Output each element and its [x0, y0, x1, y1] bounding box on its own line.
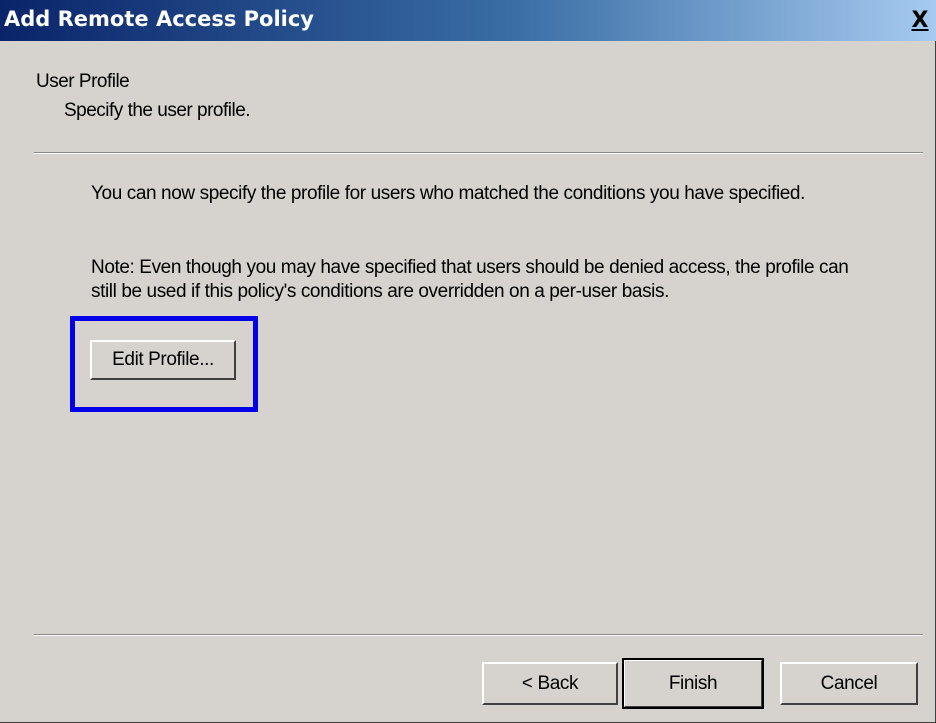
add-remote-access-policy-dialog: Add Remote Access Policy X User Profile … [0, 0, 936, 723]
footer-divider [34, 634, 923, 636]
edit-profile-button[interactable]: Edit Profile... [90, 340, 236, 380]
close-button[interactable]: X [907, 9, 933, 33]
title-bar[interactable]: Add Remote Access Policy X [0, 0, 936, 41]
finish-button[interactable]: Finish [622, 658, 764, 709]
page-subtitle: Specify the user profile. [64, 100, 251, 121]
back-button[interactable]: < Back [482, 662, 618, 705]
window-title: Add Remote Access Policy [4, 7, 314, 31]
cancel-button[interactable]: Cancel [780, 662, 918, 705]
wizard-header: User Profile Specify the user profile. [0, 41, 936, 153]
instruction-text: You can now specify the profile for user… [91, 183, 805, 204]
page-title: User Profile [36, 71, 130, 92]
close-icon: X [911, 8, 929, 33]
header-divider [34, 152, 923, 154]
note-text: Note: Even though you may have specified… [91, 257, 849, 302]
